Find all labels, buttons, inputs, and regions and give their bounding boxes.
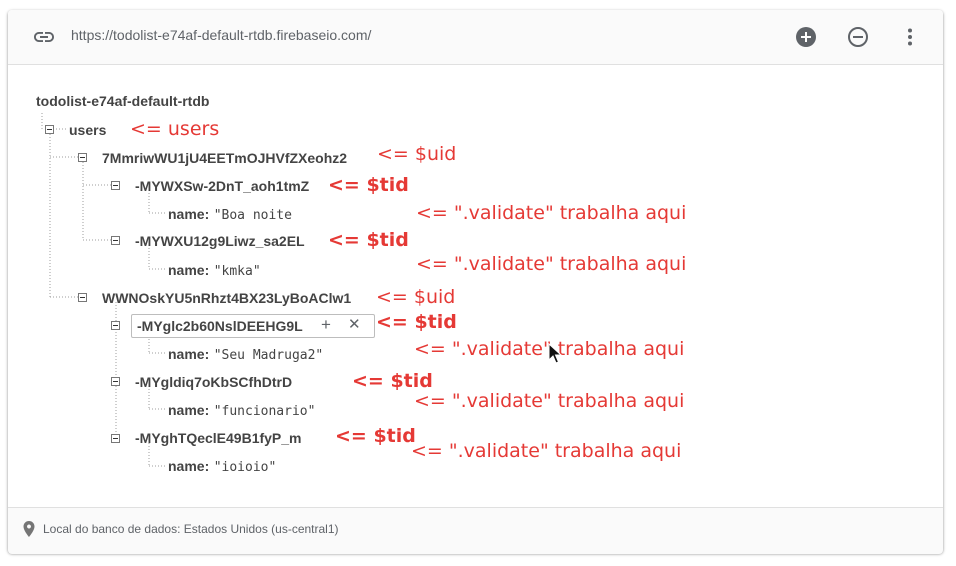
tree-node-task[interactable]: -MYglc2b60NslDEEHG9L xyxy=(137,318,303,334)
tree-node-task[interactable]: -MYWXU12g9Liwz_sa2EL xyxy=(135,233,305,249)
annotation-validate: <= ".validate" trabalha aqui xyxy=(416,202,687,224)
annotation-validate: <= ".validate" trabalha aqui xyxy=(414,390,685,412)
annotation-uid: <= $uid xyxy=(376,286,456,308)
collapse-toggle[interactable] xyxy=(78,153,87,162)
leaf-value: "ioioio" xyxy=(213,460,277,475)
tree-leaf[interactable]: name: "ioioio" xyxy=(168,458,276,476)
leaf-value: "funcionario" xyxy=(213,404,316,419)
annotation-tid: <= $tid xyxy=(328,229,409,251)
annotation-validate: <= ".validate" trabalha aqui xyxy=(416,253,687,275)
delete-node-button[interactable]: ✕ xyxy=(348,315,361,333)
tree-node-task[interactable]: -MYWXSw-2DnT_aoh1tmZ xyxy=(135,178,309,194)
collapse-toggle[interactable] xyxy=(78,293,87,302)
tree-leaf[interactable]: name: "Seu Madruga2" xyxy=(168,346,323,364)
collapse-toggle[interactable] xyxy=(111,181,120,190)
tree-leaf[interactable]: name: "kmka" xyxy=(168,262,261,280)
tree-node-task[interactable]: -MYghTQeclE49B1fyP_m xyxy=(135,430,302,446)
mouse-cursor-icon xyxy=(548,343,563,364)
panel-footer: Local do banco de dados: Estados Unidos … xyxy=(8,507,943,554)
database-panel: https://todolist-e74af-default-rtdb.fire… xyxy=(8,10,943,554)
annotation-tid: <= $tid xyxy=(352,370,433,392)
database-location: Local do banco de dados: Estados Unidos … xyxy=(43,522,339,536)
collapse-toggle[interactable] xyxy=(111,321,120,330)
annotation-uid: <= $uid xyxy=(377,143,457,165)
leaf-field: name: xyxy=(168,458,210,474)
annotation-validate: <= ".validate" trabalha aqui xyxy=(411,440,682,462)
annotation-users: <= users xyxy=(130,118,220,140)
leaf-value: "kmka" xyxy=(213,264,261,279)
collapse-toggle[interactable] xyxy=(111,236,120,245)
annotation-tid: <= $tid xyxy=(335,425,416,447)
tree-node-task[interactable]: -MYgldiq7oKbSCfhDtrD xyxy=(135,374,292,390)
collapse-toggle[interactable] xyxy=(45,125,54,134)
leaf-value: "Boa noite xyxy=(213,208,292,223)
node-hover-actions[interactable]: -MYglc2b60NslDEEHG9L + ✕ xyxy=(131,314,375,338)
leaf-field: name: xyxy=(168,206,210,222)
tree-node-users[interactable]: users xyxy=(69,122,106,138)
location-pin-icon xyxy=(23,521,35,537)
annotation-tid: <= $tid xyxy=(376,311,457,333)
tree-node-user[interactable]: WWNOskYU5nRhzt4BX23LyBoAClw1 xyxy=(102,290,351,306)
tree-node-user[interactable]: 7MmriwWU1jU4EETmOJHVfZXeohz2 xyxy=(102,150,347,166)
leaf-field: name: xyxy=(168,346,210,362)
leaf-value: "Seu Madruga2" xyxy=(213,348,324,363)
collapse-toggle[interactable] xyxy=(111,434,120,443)
add-child-button[interactable]: + xyxy=(321,315,331,335)
collapse-toggle[interactable] xyxy=(111,377,120,386)
tree-leaf[interactable]: name: "Boa noite xyxy=(168,206,292,224)
tree-leaf[interactable]: name: "funcionario" xyxy=(168,402,315,420)
leaf-field: name: xyxy=(168,262,210,278)
tree-root[interactable]: todolist-e74af-default-rtdb xyxy=(36,93,209,109)
annotation-tid: <= $tid xyxy=(328,174,409,196)
leaf-field: name: xyxy=(168,402,210,418)
